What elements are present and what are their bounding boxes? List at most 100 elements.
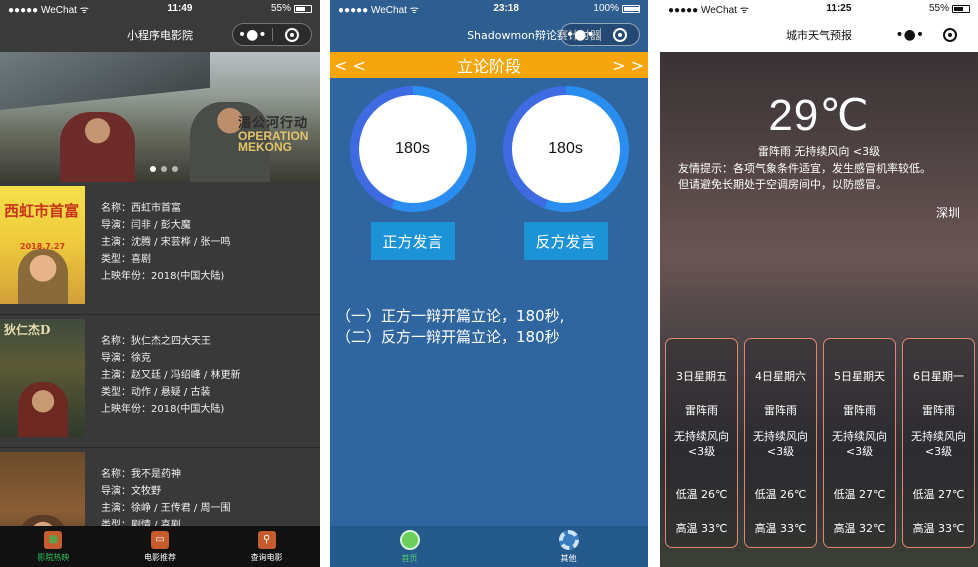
poster-figure bbox=[18, 382, 68, 437]
forecast-wind-direction: 无持续风向 bbox=[911, 430, 966, 443]
tab-label: 其他 bbox=[560, 553, 577, 563]
tab-search-movie[interactable]: ⚲ 查询电影 bbox=[213, 526, 320, 567]
negative-timer: 180s 反方发言 bbox=[502, 86, 629, 260]
movie-poster: 狄仁杰D bbox=[0, 319, 85, 437]
forecast-card: 5日星期天 雷阵雨 无持续风向 <3级 低温 27℃ 高温 32℃ bbox=[823, 338, 896, 548]
mini-program-capsule: •●• bbox=[890, 23, 970, 46]
status-bar: ●●●●● WeChat ᯤ 11:25 55% bbox=[660, 0, 978, 17]
banner-actor-figure bbox=[60, 112, 135, 182]
battery-indicator: 55% bbox=[271, 3, 312, 14]
page-title: 小程序电影院 bbox=[127, 28, 193, 42]
tab-label: 影院热映 bbox=[37, 552, 70, 562]
forecast-low: 低温 26℃ bbox=[675, 488, 728, 501]
carousel-indicator bbox=[150, 166, 178, 172]
page-title: 城市天气预报 bbox=[786, 28, 852, 42]
tab-label: 首页 bbox=[401, 553, 418, 563]
timer-ring: 180s bbox=[502, 86, 629, 212]
forecast-wind-level: <3级 bbox=[924, 445, 953, 458]
forecast-high: 高温 33℃ bbox=[675, 522, 728, 535]
tip-line: 但请避免长期处于空调房间中，以防感冒。 bbox=[678, 178, 887, 191]
forecast-wind: 无持续风向 <3级 bbox=[911, 427, 966, 477]
movie-director: 导演：文牧野 bbox=[101, 486, 161, 497]
next-stage-button[interactable]: > > bbox=[612, 56, 644, 75]
film-icon: ▦ bbox=[44, 530, 63, 549]
movie-cast: 主演：赵又廷 / 冯绍峰 / 林更新 bbox=[101, 370, 241, 381]
mini-program-capsule: •●• bbox=[232, 23, 312, 46]
forecast-day: 3日星期五 bbox=[676, 370, 727, 383]
prev-stage-button[interactable]: < < bbox=[334, 56, 366, 75]
more-icon[interactable]: •●• bbox=[890, 23, 930, 46]
tab-now-showing[interactable]: ▦ 影院热映 bbox=[0, 526, 107, 567]
battery-percent: 100% bbox=[593, 3, 619, 14]
stage-rules: （一）正方一辩开篇立论，180秒, （二）反方一辩开篇立论，180秒 bbox=[330, 306, 648, 348]
negative-speak-button[interactable]: 反方发言 bbox=[523, 222, 608, 260]
battery-percent: 55% bbox=[270, 3, 291, 14]
forecast-wind-direction: 无持续风向 bbox=[674, 430, 729, 443]
forecast-high: 高温 33℃ bbox=[754, 522, 807, 535]
current-weather: 雷阵雨 无持续风向 <3级 bbox=[757, 145, 881, 158]
rule-line: （一）正方一辩开篇立论，180秒, bbox=[336, 307, 565, 325]
forecast-day: 5日星期天 bbox=[834, 370, 885, 383]
battery-percent: 55% bbox=[928, 3, 949, 14]
tab-bar: 首页 其他 bbox=[330, 526, 648, 567]
status-bar: ●●●●● WeChat ᯤ 11:49 55% bbox=[0, 0, 320, 17]
forecast-wind-direction: 无持续风向 bbox=[753, 430, 808, 443]
gear-icon bbox=[558, 529, 579, 550]
time-label: 11:25 bbox=[826, 3, 852, 14]
nav-bar: 小程序电影院 •●• bbox=[0, 17, 320, 52]
battery-indicator: 100% bbox=[593, 3, 640, 14]
close-mini-program-icon[interactable] bbox=[601, 24, 640, 45]
banner-title-en: OPERATION MEKONG bbox=[238, 129, 309, 154]
tab-label: 查询电影 bbox=[250, 552, 283, 562]
tab-bar: ▦ 影院热映 ▭ 电影推荐 ⚲ 查询电影 bbox=[0, 526, 320, 567]
movie-list-item[interactable]: 西虹市首富 2018.7.27 名称：西虹市首富 导演：闫非 / 彭大魔 主演：… bbox=[0, 182, 320, 315]
affirmative-timer: 180s 正方发言 bbox=[349, 86, 476, 260]
carrier-label: ●●●●● WeChat ᯤ bbox=[668, 4, 749, 16]
timer-value: 180s bbox=[358, 95, 467, 203]
ticket-icon: ▭ bbox=[151, 530, 169, 549]
movie-info: 名称：西虹市首富 导演：闫非 / 彭大魔 主演：沈腾 / 宋芸桦 / 张一鸣 类… bbox=[85, 186, 230, 314]
stage-title: 立论阶段 bbox=[456, 57, 521, 76]
stage-header: < < 立论阶段 > > bbox=[330, 52, 648, 78]
tab-home[interactable]: 首页 bbox=[330, 526, 489, 567]
timers-row: 180s 正方发言 180s 反方发言 bbox=[330, 78, 648, 260]
close-mini-program-icon[interactable] bbox=[931, 23, 971, 46]
movie-cast: 主演：徐峥 / 王传君 / 周一围 bbox=[101, 503, 231, 514]
forecast-card: 3日星期五 雷阵雨 无持续风向 <3级 低温 26℃ 高温 33℃ bbox=[665, 338, 738, 548]
movie-cast: 主演：沈腾 / 宋芸桦 / 张一鸣 bbox=[101, 237, 231, 248]
tab-label: 电影推荐 bbox=[144, 552, 176, 562]
forecast-card: 4日星期六 雷阵雨 无持续风向 <3级 低温 26℃ 高温 33℃ bbox=[744, 338, 817, 548]
battery-icon bbox=[622, 4, 640, 13]
mini-program-capsule: •●• bbox=[560, 23, 640, 46]
forecast-wind-level: <3级 bbox=[766, 445, 795, 458]
movie-year: 上映年份：2018(中国大陆) bbox=[101, 404, 225, 415]
close-mini-program-icon[interactable] bbox=[273, 24, 312, 45]
forecast-weather: 雷阵雨 bbox=[685, 404, 718, 417]
weather-tip: 友情提示：各项气象条件适宜，发生感冒机率较低。 但请避免长期处于空调房间中，以防… bbox=[660, 161, 978, 193]
movie-genre: 类型：动作 / 悬疑 / 古装 bbox=[101, 387, 211, 398]
battery-indicator: 55% bbox=[929, 3, 970, 14]
affirmative-speak-button[interactable]: 正方发言 bbox=[370, 222, 455, 260]
current-temperature: 29℃ bbox=[768, 91, 870, 140]
forecast-wind: 无持续风向 <3级 bbox=[832, 427, 887, 477]
city-name[interactable]: 深圳 bbox=[660, 204, 978, 221]
forecast-low: 低温 27℃ bbox=[833, 488, 886, 501]
nav-bar: Shadowmon辩论赛计时器 •●• bbox=[330, 17, 648, 52]
forecast-day: 4日星期六 bbox=[755, 370, 806, 383]
banner-carousel[interactable]: 湄公河行动 OPERATION MEKONG bbox=[0, 52, 320, 182]
forecast-wind-level: <3级 bbox=[845, 445, 874, 458]
movie-app-screen: ●●●●● WeChat ᯤ 11:49 55% 小程序电影院 •●• 湄公河行… bbox=[0, 0, 320, 567]
poster-title: 西虹市首富 bbox=[4, 202, 80, 220]
status-bar: ●●●●● WeChat ᯤ 23:18 100% bbox=[330, 0, 648, 17]
movie-list-item[interactable]: 狄仁杰D 名称：狄仁杰之四大天王 导演：徐克 主演：赵又廷 / 冯绍峰 / 林更… bbox=[0, 315, 320, 448]
forecast-low: 低温 26℃ bbox=[754, 488, 807, 501]
tab-other[interactable]: 其他 bbox=[489, 526, 648, 567]
time-label: 11:49 bbox=[167, 3, 193, 14]
more-icon[interactable]: •●• bbox=[233, 24, 272, 45]
tab-recommend[interactable]: ▭ 电影推荐 bbox=[107, 526, 214, 567]
more-icon[interactable]: •●• bbox=[561, 24, 600, 45]
banner-background bbox=[0, 52, 210, 111]
clock-icon bbox=[399, 529, 420, 550]
movie-year: 上映年份：2018(中国大陆) bbox=[101, 271, 225, 282]
forecast-high: 高温 32℃ bbox=[833, 522, 886, 535]
